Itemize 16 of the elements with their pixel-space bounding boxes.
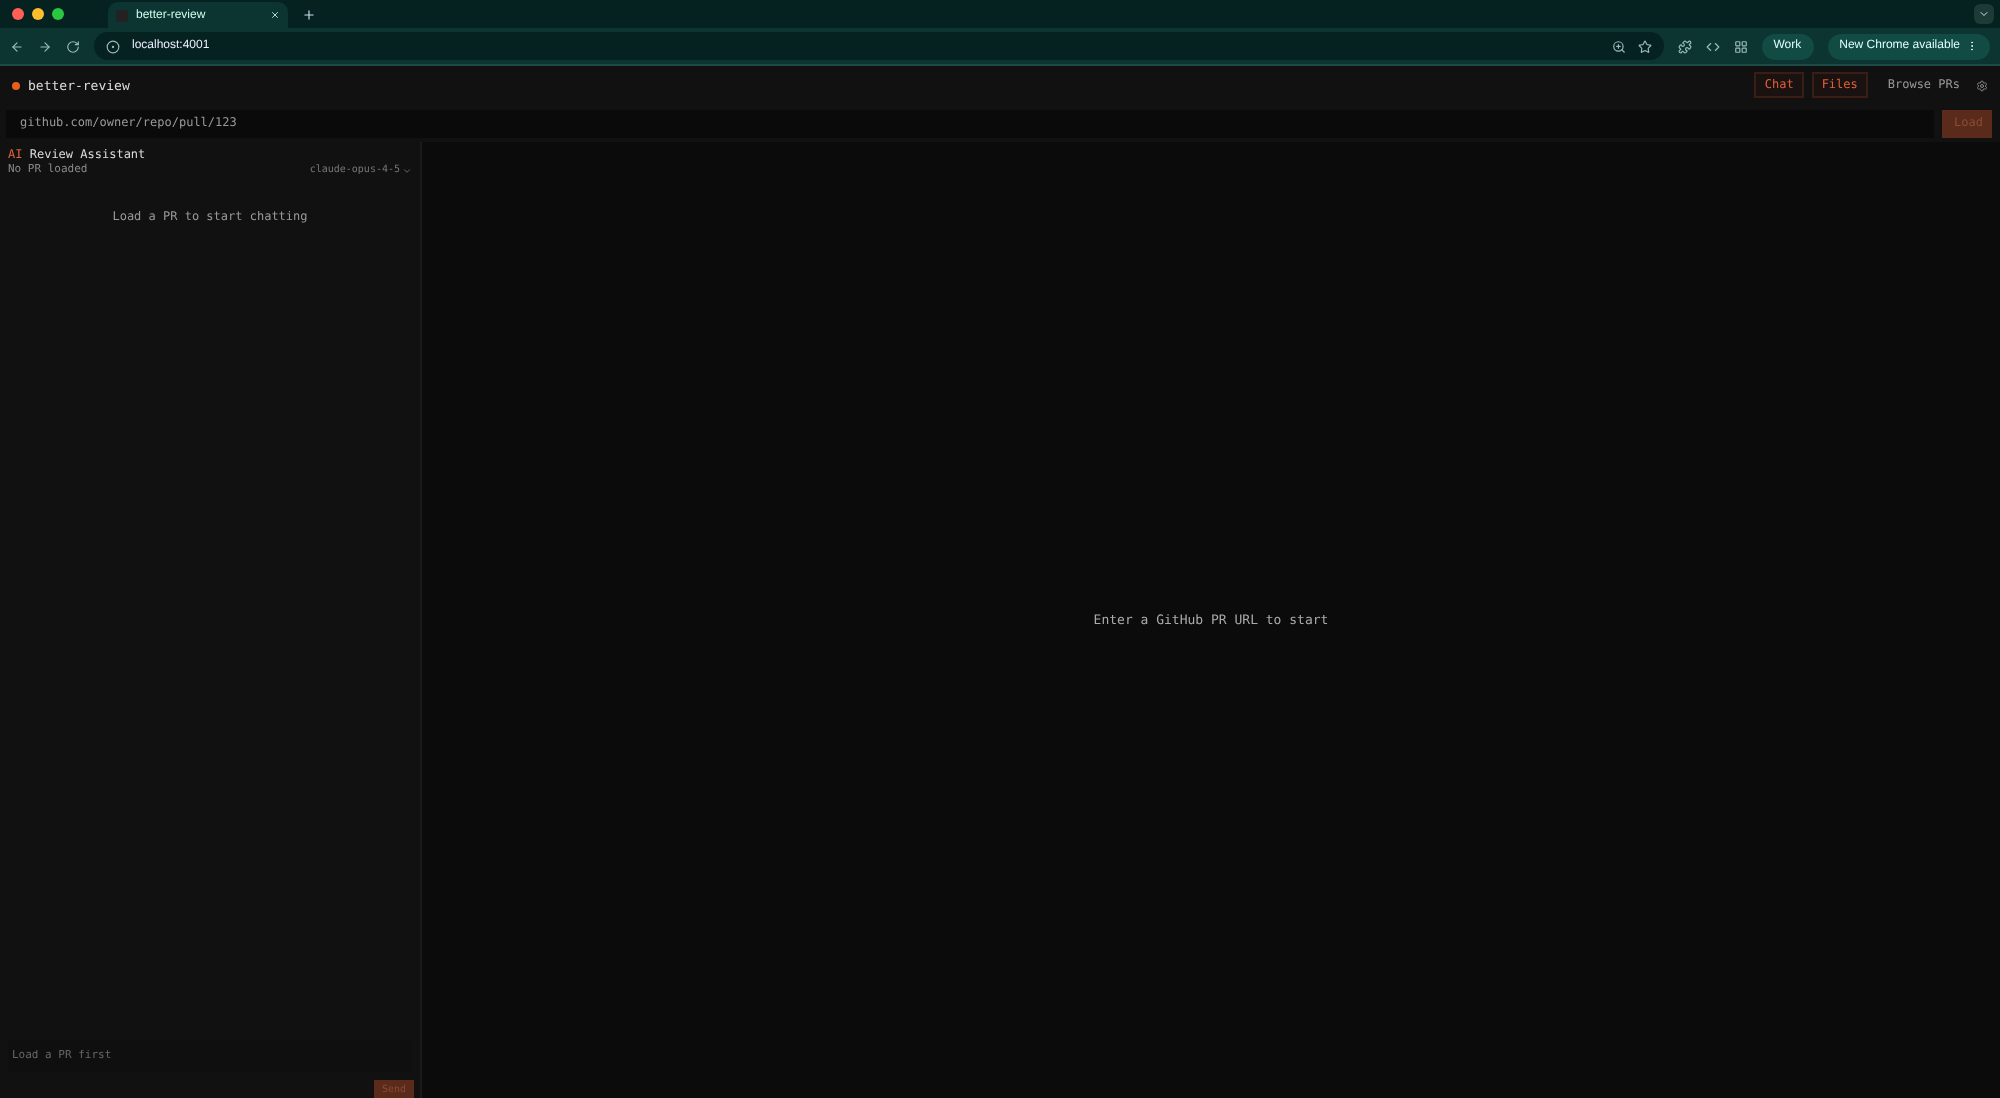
code-icon[interactable] bbox=[1705, 39, 1720, 53]
reload-icon[interactable] bbox=[66, 39, 80, 53]
settings-icon[interactable] bbox=[1976, 79, 1988, 91]
back-icon[interactable] bbox=[10, 39, 24, 53]
minimize-dot[interactable] bbox=[32, 8, 44, 20]
site-info-icon[interactable] bbox=[106, 39, 120, 53]
puzzle-icon[interactable] bbox=[1677, 39, 1692, 53]
plus-icon[interactable] bbox=[302, 7, 316, 21]
maximize-dot[interactable] bbox=[52, 8, 64, 20]
zoom-icon[interactable] bbox=[1611, 39, 1626, 53]
close-dot[interactable] bbox=[12, 8, 24, 20]
forward-icon[interactable] bbox=[38, 39, 52, 53]
star-icon[interactable] bbox=[1637, 39, 1652, 53]
grid-icon[interactable] bbox=[1733, 39, 1748, 53]
chevron-down-icon[interactable] bbox=[1978, 8, 1990, 20]
logo-dot bbox=[12, 81, 20, 89]
